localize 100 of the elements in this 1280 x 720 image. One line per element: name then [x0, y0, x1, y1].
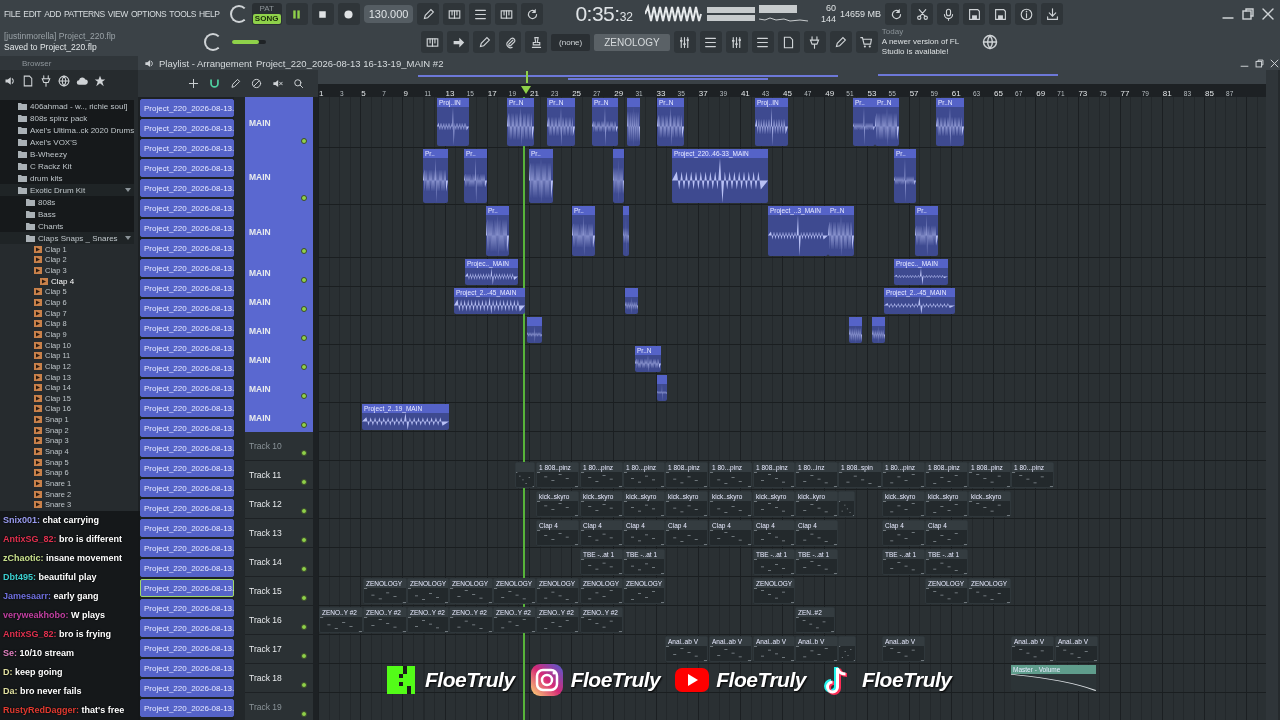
mode-toggle[interactable]: SONG [252, 14, 281, 24]
track-name: MAIN [249, 171, 271, 182]
folder-item[interactable]: 808s [0, 196, 134, 208]
pattern-item[interactable]: Project_220_2026-08-13.. [140, 179, 234, 197]
news-date: Today [881, 27, 905, 37]
track-header[interactable]: Track 11 [245, 461, 313, 490]
pattern-item[interactable]: Project_220_2026-08-13.. [140, 459, 234, 477]
pattern-name[interactable]: Project_220_2026-08-13 16-13-19_MAIN #2 [255, 57, 444, 69]
menu-item[interactable]: OPTIONS [130, 9, 167, 19]
folder-item[interactable]: Bass [0, 208, 134, 220]
folder-item[interactable]: 406ahmad - w.., richie soul] [0, 100, 134, 112]
track-header[interactable]: Track 13 [245, 519, 313, 548]
menu-item[interactable]: ADD [44, 9, 61, 19]
pattern-item[interactable]: Project_220_2026-08-13.. [140, 519, 234, 537]
time-display: 0:35: [575, 2, 620, 26]
mode-toggle[interactable]: PAT [252, 4, 281, 14]
pattern-item[interactable]: Project_220_2026-08-13.. [140, 259, 234, 277]
chat-message: AntixSG_82: bro is different [2, 533, 124, 546]
news-message[interactable]: A newer version of FL Studio is available! [881, 37, 978, 57]
channel-selector[interactable]: ZENOLOGY [594, 33, 670, 51]
pattern-item[interactable]: Project_220_2026-08-13.. [140, 379, 234, 397]
pattern-item[interactable]: Project_220_2026-08-13.. [140, 159, 234, 177]
menu-item[interactable]: HELP [199, 9, 220, 19]
bar-number: 29 [614, 89, 624, 97]
track-header[interactable]: Track 19 [245, 693, 313, 720]
pattern-item[interactable]: Project_220_2026-08-13.. [140, 539, 234, 557]
track-header[interactable]: Track 18 [245, 664, 313, 693]
menu-item[interactable]: FILE [4, 9, 21, 19]
pattern-item[interactable]: Project_220_2026-08-13.. [140, 279, 234, 297]
track-header[interactable]: MAIN [245, 148, 313, 205]
pattern-item[interactable]: Project_220_2026-08-13.. [140, 339, 234, 357]
menu-item[interactable]: TOOLS [169, 9, 197, 19]
pattern-item[interactable]: Project_220_2026-08-13.. [140, 299, 234, 317]
panel-title: Browser [0, 56, 138, 70]
track-header[interactable]: MAIN [245, 97, 313, 148]
pattern-item[interactable]: Project_220_2026-08-13.. [140, 559, 234, 577]
track-name: Track 13 [249, 528, 282, 538]
pattern-item[interactable]: Project_220_2026-08-13.. [140, 419, 234, 437]
track-header[interactable]: MAIN [245, 258, 313, 287]
track-name: Track 18 [249, 673, 282, 683]
pattern-item[interactable]: Project_220_2026-08-13.. [140, 659, 234, 677]
track-header[interactable]: MAIN [245, 345, 313, 374]
track-name: Track 14 [249, 557, 282, 567]
social-handle: FloeTruly [716, 668, 806, 692]
pattern-item[interactable]: Project_220_2026-08-13.. [140, 219, 234, 237]
pattern-item[interactable]: Project_220_2026-08-13.. [140, 439, 234, 457]
social-handle: FloeTruly [570, 668, 661, 692]
folder-item[interactable]: C Rackz Kit [0, 160, 134, 172]
track-header[interactable]: MAIN [245, 287, 313, 316]
track-name: MAIN [249, 412, 271, 423]
pattern-item[interactable]: Project_220_2026-08-13.. [140, 599, 234, 617]
pattern-item[interactable]: Project_220_2026-08-13.. [140, 199, 234, 217]
pattern-selector[interactable]: (none) [551, 33, 591, 51]
pattern-item[interactable]: Project_220_2026-08-13.. [140, 359, 234, 377]
track-header[interactable]: MAIN [245, 316, 313, 345]
folder-item[interactable]: Axel's Ultima..ck 2020 Drums [0, 124, 134, 136]
track-header[interactable]: Track 14 [245, 548, 313, 577]
menu-item[interactable]: PATTERNS [63, 9, 105, 19]
pattern-item[interactable]: Project_220_2026-08-13.. [140, 499, 234, 517]
chat-message: Dbt495: beautiful play [2, 571, 98, 584]
menu-item[interactable]: VIEW [107, 9, 128, 19]
pattern-item[interactable]: Project_220_2026-08-13.. [140, 119, 234, 137]
folder-item[interactable]: Claps Snaps _ Snares [0, 232, 134, 244]
time-fraction: 32 [619, 10, 633, 24]
bar-number: 25 [572, 89, 582, 97]
folder-item[interactable]: Axel's VOX'S [0, 136, 134, 148]
pattern-item[interactable]: Project_220_2026-08-13.. [140, 639, 234, 657]
folder-item[interactable]: Exotic Drum Kit [0, 184, 134, 196]
track-header[interactable]: Track 17 [245, 635, 313, 664]
track-name: MAIN [249, 117, 271, 128]
pattern-item[interactable]: Project_220_2026-08-13.. [140, 139, 234, 157]
track-name: MAIN [249, 296, 271, 307]
track-header[interactable]: Track 12 [245, 490, 313, 519]
pattern-item[interactable]: Project_220_2026-08-13.. [140, 679, 234, 697]
pattern-item[interactable]: Project_220_2026-08-13.. [140, 479, 234, 497]
track-name: Track 11 [249, 470, 282, 480]
pattern-item[interactable]: Project_220_2026-08-13.. [140, 619, 234, 637]
menu-item[interactable]: EDIT [23, 9, 42, 19]
pattern-item[interactable]: Project_220_2026-08-13.. [140, 99, 234, 117]
track-header[interactable]: MAIN [245, 205, 313, 258]
folder-item[interactable]: B-Wheezy [0, 148, 134, 160]
track-header[interactable]: MAIN [245, 374, 313, 403]
playlist-title: Playlist - Arrangement [159, 57, 252, 69]
track-header[interactable]: Track 15 [245, 577, 313, 606]
bar-number: 41 [740, 89, 750, 97]
bar-number: 57 [909, 89, 919, 97]
pattern-item[interactable]: Project_220_2026-08-13.. [140, 399, 234, 417]
track-header[interactable]: Track 16 [245, 606, 313, 635]
pattern-item[interactable]: Project_220_2026-08-13.. [140, 319, 234, 337]
track-header[interactable]: MAIN [245, 403, 313, 432]
pattern-item[interactable]: Project_220_2026-08-13.. [140, 239, 234, 257]
chat-message: Da: bro never fails [2, 685, 83, 698]
folder-item[interactable]: drum kits [0, 172, 134, 184]
track-header[interactable]: Track 10 [245, 432, 313, 461]
sample-item[interactable]: Clap 4 [0, 275, 138, 287]
tempo-display[interactable]: 130.000 [363, 5, 414, 23]
track-name: Track 17 [249, 644, 282, 654]
folder-item[interactable]: 808s spinz pack [0, 112, 134, 124]
folder-item[interactable]: Chants [0, 220, 134, 232]
pattern-item[interactable]: Project_220_2026-08-13.. [140, 699, 234, 717]
